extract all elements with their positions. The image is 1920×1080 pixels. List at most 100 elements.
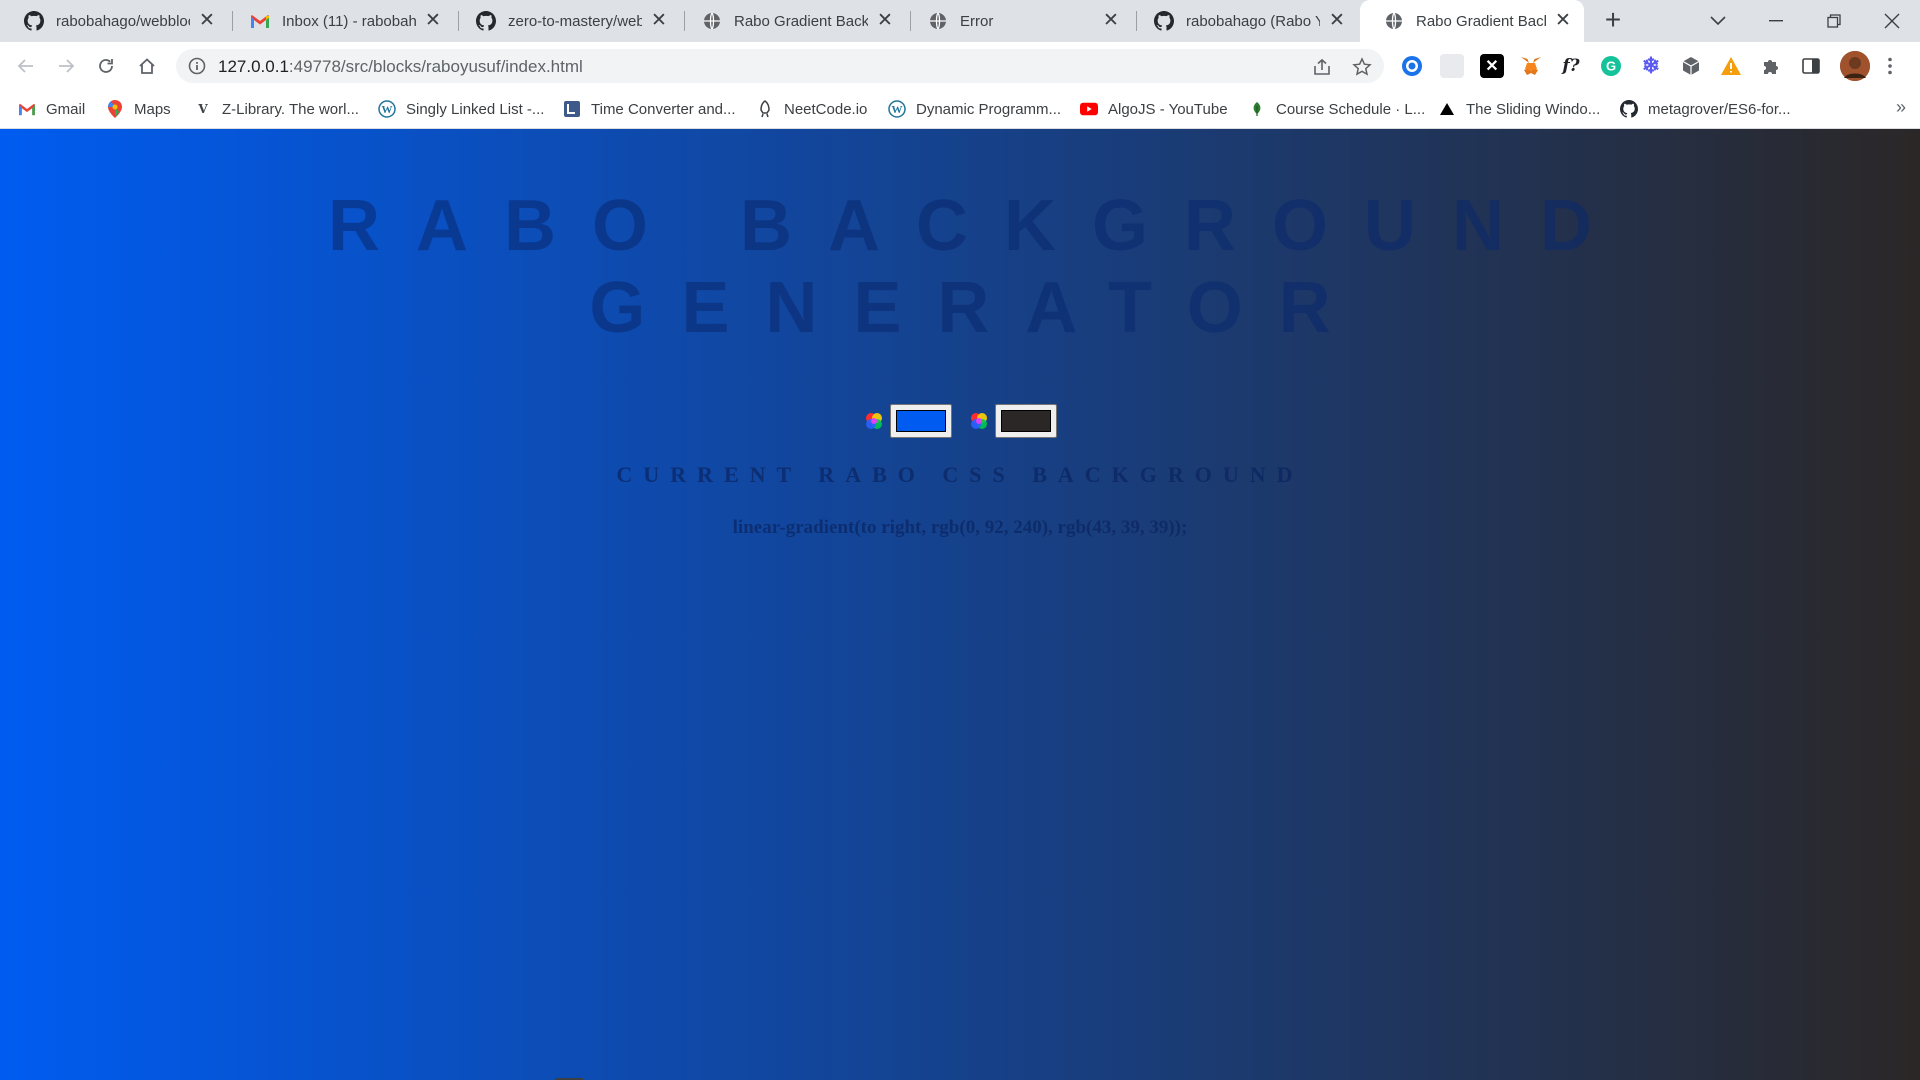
page-title-line-2: GENERATOR — [589, 268, 1367, 348]
function-ext-icon[interactable]: f? — [1559, 54, 1583, 78]
tab-rabo-gradient-active[interactable]: Rabo Gradient Backgr ✕ — [1360, 0, 1584, 42]
bookmarks-bar: Gmail Maps V Z-Library. The worl... W Si… — [0, 89, 1920, 129]
warning-triangle-icon[interactable] — [1719, 54, 1743, 78]
tab-zero-to-mastery[interactable]: zero-to-mastery/webl ✕ — [452, 0, 680, 42]
page-title: RABO BACKGROUND GENERATOR — [0, 185, 1920, 349]
bookmark-star-icon[interactable] — [1352, 57, 1372, 77]
tab-title: Inbox (11) - rabobaha — [282, 12, 416, 30]
minimize-button[interactable] — [1748, 0, 1804, 42]
back-button[interactable] — [10, 50, 42, 82]
restore-button[interactable] — [1806, 0, 1862, 42]
bookmark-zlibrary[interactable]: V Z-Library. The worl... — [194, 98, 359, 120]
forward-button[interactable] — [50, 50, 82, 82]
bookmark-sliding-window[interactable]: The Sliding Windo... — [1438, 98, 1600, 120]
close-icon[interactable]: ✕ — [424, 11, 442, 30]
home-button[interactable] — [131, 50, 163, 82]
globe-icon — [1384, 11, 1404, 31]
bookmark-es6-for[interactable]: metagrover/ES6-for... — [1620, 98, 1791, 120]
tab-title: rabobahago/webbloc — [56, 12, 190, 30]
bookmark-dynamic-programming[interactable]: W Dynamic Programm... — [888, 98, 1061, 120]
tab-search-button[interactable] — [1690, 0, 1746, 42]
bookmark-label: AlgoJS - YouTube — [1108, 100, 1228, 118]
extension-blank-icon[interactable] — [1440, 54, 1464, 78]
side-panel-icon[interactable] — [1799, 54, 1823, 78]
close-icon — [1884, 13, 1900, 29]
bookmark-gmail[interactable]: Gmail — [18, 98, 85, 120]
color2-input[interactable] — [995, 404, 1057, 438]
arrow-right-icon — [59, 59, 75, 73]
grammarly-icon[interactable]: G — [1599, 54, 1623, 78]
github-icon — [24, 11, 44, 31]
tab-title: rabobahago (Rabo Yu — [1186, 12, 1320, 30]
extension-x-icon[interactable]: ✕ — [1480, 54, 1504, 78]
reload-button[interactable] — [90, 50, 122, 82]
close-icon[interactable]: ✕ — [1328, 11, 1346, 30]
color-wheel-icon — [971, 413, 987, 429]
close-window-button[interactable] — [1864, 0, 1920, 42]
close-icon[interactable]: ✕ — [1102, 11, 1120, 30]
close-icon[interactable]: ✕ — [1554, 11, 1572, 30]
metamask-icon[interactable] — [1519, 54, 1543, 78]
bookmark-course-schedule[interactable]: Course Schedule · L... — [1248, 98, 1425, 120]
address-bar[interactable]: 127.0.0.1:49778/src/blocks/raboyusuf/ind… — [176, 49, 1384, 83]
page-subtitle: CURRENT RABO CSS BACKGROUND — [616, 462, 1304, 487]
leaf-icon — [1248, 100, 1266, 118]
snowflake-icon[interactable]: ❄ — [1639, 53, 1663, 78]
bookmark-singly-linked-list[interactable]: W Singly Linked List -... — [378, 98, 544, 120]
reload-icon — [99, 59, 113, 73]
cube-icon[interactable] — [1679, 54, 1703, 78]
url-path: :49778/src/blocks/raboyusuf/index.html — [288, 57, 583, 76]
tab-strip: rabobahago/webbloc ✕ Inbox (11) - raboba… — [0, 0, 1920, 42]
arrow-left-icon — [17, 59, 33, 73]
tab-title: zero-to-mastery/webl — [508, 12, 642, 30]
wordpress-icon: W — [378, 100, 396, 118]
bookmarks-overflow-icon[interactable]: » — [1896, 97, 1906, 118]
bookmark-label: metagrover/ES6-for... — [1648, 100, 1791, 118]
tab-title: Rabo Gradient Backgr — [734, 12, 868, 30]
menu-kebab-icon[interactable] — [1880, 54, 1900, 78]
bookmark-time-converter[interactable]: Time Converter and... — [563, 98, 736, 120]
page-content: RABO BACKGROUND GENERATOR CURRENT RABO C… — [0, 129, 1920, 1080]
svg-text:G: G — [1606, 59, 1616, 74]
bookmark-label: Gmail — [46, 100, 86, 118]
github-icon — [1620, 100, 1638, 118]
color2-swatch — [1001, 410, 1051, 432]
close-icon[interactable]: ✕ — [650, 11, 668, 30]
github-icon — [1154, 11, 1174, 31]
extension-circle-icon[interactable] — [1400, 54, 1424, 78]
close-icon[interactable]: ✕ — [876, 11, 894, 30]
info-icon[interactable] — [188, 57, 206, 75]
tab-rabo-gradient-1[interactable]: Rabo Gradient Backgr ✕ — [678, 0, 906, 42]
bookmark-label: The Sliding Windo... — [1466, 100, 1601, 118]
avatar[interactable] — [1840, 51, 1870, 81]
bookmark-label: Dynamic Programm... — [916, 100, 1062, 118]
new-tab-button[interactable]: + — [1598, 6, 1628, 36]
tab-error[interactable]: Error ✕ — [904, 0, 1132, 42]
tab-title: Rabo Gradient Backgr — [1416, 12, 1546, 30]
bookmark-algojs-youtube[interactable]: AlgoJS - YouTube — [1080, 98, 1228, 120]
tab-rabobahago-profile[interactable]: rabobahago (Rabo Yu ✕ — [1130, 0, 1358, 42]
time-converter-icon — [563, 100, 581, 118]
restore-icon — [1827, 14, 1841, 28]
puzzle-icon[interactable] — [1759, 54, 1783, 78]
gmail-icon — [18, 100, 36, 118]
close-icon[interactable]: ✕ — [198, 11, 216, 30]
share-icon[interactable] — [1312, 57, 1332, 77]
browser-toolbar: 127.0.0.1:49778/src/blocks/raboyusuf/ind… — [0, 42, 1920, 89]
tab-gmail-inbox[interactable]: Inbox (11) - rabobaha ✕ — [226, 0, 454, 42]
youtube-icon — [1080, 100, 1098, 118]
bookmark-maps[interactable]: Maps — [106, 98, 171, 120]
wordpress-icon: W — [888, 100, 906, 118]
minimize-icon — [1769, 20, 1783, 22]
home-icon — [139, 58, 155, 74]
color-picker-row — [0, 404, 1920, 438]
svg-text:W: W — [382, 104, 393, 116]
globe-icon — [928, 11, 948, 31]
globe-icon — [702, 11, 722, 31]
bookmark-label: Maps — [134, 100, 171, 118]
color1-input[interactable] — [890, 404, 952, 438]
bookmark-label: Z-Library. The worl... — [222, 100, 359, 118]
tab-webblocks[interactable]: rabobahago/webbloc ✕ — [0, 0, 228, 42]
bookmark-neetcode[interactable]: NeetCode.io — [756, 98, 867, 120]
bookmark-label: Singly Linked List -... — [406, 100, 545, 118]
